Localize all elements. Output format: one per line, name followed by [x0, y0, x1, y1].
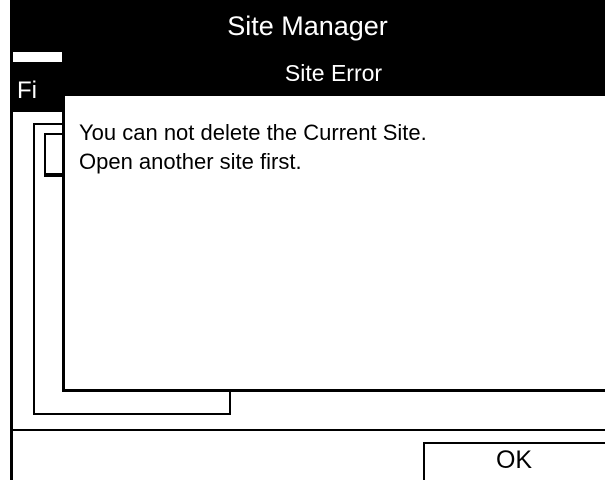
menu-item-file[interactable]: Fi	[17, 76, 37, 106]
dialog-message-line-1: You can not delete the Current Site.	[79, 120, 427, 145]
window-title: Site Manager	[227, 11, 388, 41]
site-list-divider	[44, 175, 64, 177]
dialog-title: Site Error	[284, 60, 383, 86]
dialog-border-left	[62, 96, 65, 392]
footer-divider	[13, 429, 605, 431]
dialog-border-bottom	[62, 389, 605, 392]
error-dialog	[62, 52, 605, 392]
ok-button-label[interactable]: OK	[423, 442, 605, 480]
dialog-message-line-2: Open another site first.	[79, 149, 302, 174]
screen: Site Manager Fi Site Error You can not d…	[0, 0, 605, 480]
